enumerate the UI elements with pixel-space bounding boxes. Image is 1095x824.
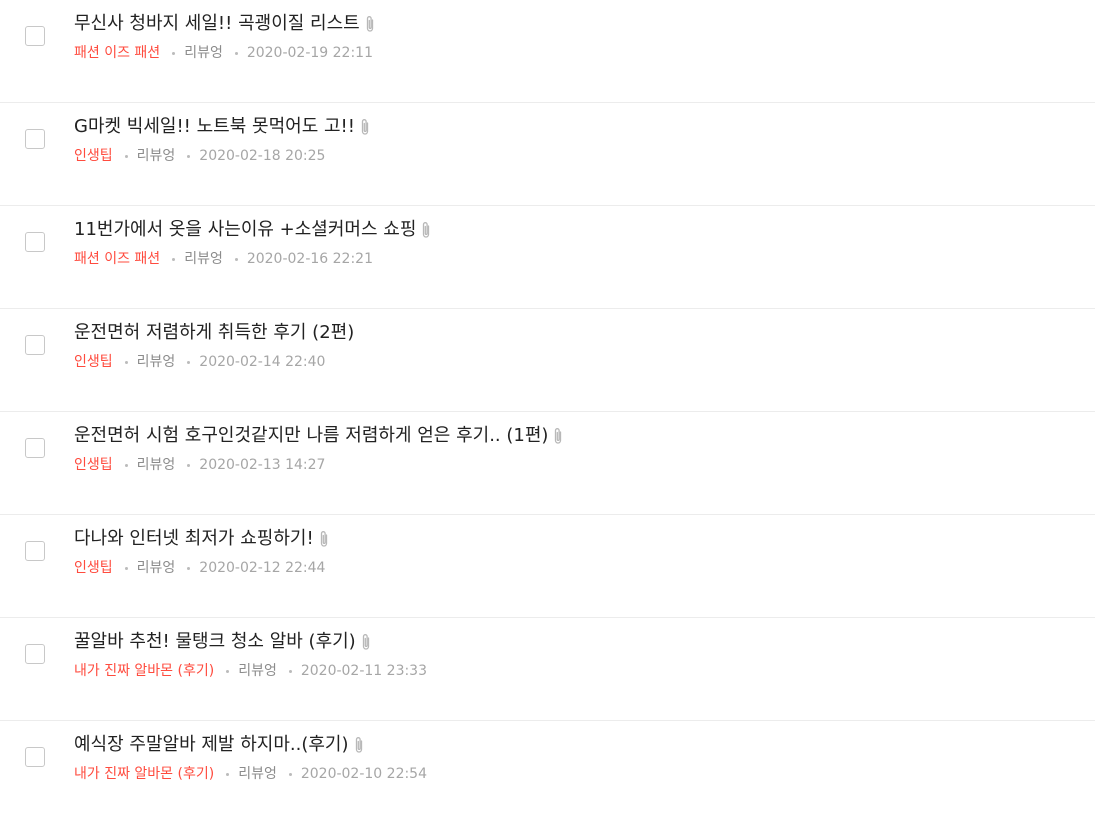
author-name[interactable]: 리뷰엉 [137,558,176,578]
separator-dot [226,772,230,776]
select-checkbox[interactable] [25,129,45,149]
post-date: 2020-02-10 22:54 [300,766,428,782]
select-checkbox[interactable] [25,541,45,561]
author-name[interactable]: 리뷰엉 [238,764,277,784]
separator-dot [234,51,238,55]
paperclip-icon [318,530,330,548]
post-title[interactable]: G마켓 빅세일!! 노트북 못먹어도 고!! [74,114,355,140]
category-link[interactable]: 패션 이즈 패션 [74,43,160,63]
select-checkbox[interactable] [25,335,45,355]
category-link[interactable]: 인생팁 [74,455,113,475]
select-checkbox[interactable] [25,438,45,458]
meta-line: 내가 진짜 알바몬 (후기) 리뷰엉 2020-02-11 23:33 [74,661,427,681]
title-line: 운전면허 시험 호구인것같지만 나름 저렴하게 얻은 후기.. (1편) [74,423,564,449]
post-row: 11번가에서 옷을 사는이유 +소셜커머스 쇼핑 패션 이즈 패션 리뷰엉 20… [0,206,1095,309]
post-row: G마켓 빅세일!! 노트북 못먹어도 고!! 인생팁 리뷰엉 2020-02-1… [0,103,1095,206]
title-line: G마켓 빅세일!! 노트북 못먹어도 고!! [74,114,371,140]
post-date: 2020-02-11 23:33 [300,663,428,679]
meta-line: 인생팁 리뷰엉 2020-02-13 14:27 [74,455,325,475]
separator-dot [124,463,128,467]
title-line: 11번가에서 옷을 사는이유 +소셜커머스 쇼핑 [74,217,432,243]
select-checkbox[interactable] [25,232,45,252]
paperclip-icon [420,221,432,239]
title-line: 무신사 청바지 세일!! 곡괭이질 리스트 [74,11,376,37]
post-row: 운전면허 시험 호구인것같지만 나름 저렴하게 얻은 후기.. (1편) 인생팁… [0,412,1095,515]
category-link[interactable]: 내가 진짜 알바몬 (후기) [74,764,214,784]
category-link[interactable]: 인생팁 [74,558,113,578]
author-name[interactable]: 리뷰엉 [137,352,176,372]
separator-dot [172,51,176,55]
title-line: 다나와 인터넷 최저가 쇼핑하기! [74,526,330,552]
meta-line: 패션 이즈 패션 리뷰엉 2020-02-19 22:11 [74,43,373,63]
post-title[interactable]: 11번가에서 옷을 사는이유 +소셜커머스 쇼핑 [74,217,416,243]
post-date: 2020-02-16 22:21 [246,251,373,267]
post-title[interactable]: 운전면허 시험 호구인것같지만 나름 저렴하게 얻은 후기.. (1편) [74,423,548,449]
paperclip-icon [364,15,376,33]
separator-dot [187,360,191,364]
post-date: 2020-02-18 20:25 [199,148,326,164]
separator-dot [226,669,230,673]
paperclip-icon [360,633,372,651]
paperclip-icon [552,427,564,445]
separator-dot [288,772,292,776]
select-checkbox[interactable] [25,747,45,767]
category-link[interactable]: 인생팁 [74,352,113,372]
post-title[interactable]: 꿀알바 추천! 물탱크 청소 알바 (후기) [74,629,356,655]
post-row: 무신사 청바지 세일!! 곡괭이질 리스트 패션 이즈 패션 리뷰엉 2020-… [0,0,1095,103]
separator-dot [187,566,191,570]
title-line: 예식장 주말알바 제발 하지마..(후기) [74,732,365,758]
paperclip-icon [353,736,365,754]
meta-line: 인생팁 리뷰엉 2020-02-12 22:44 [74,558,325,578]
separator-dot [288,669,292,673]
post-title[interactable]: 무신사 청바지 세일!! 곡괭이질 리스트 [74,11,360,37]
post-title[interactable]: 다나와 인터넷 최저가 쇼핑하기! [74,526,314,552]
meta-line: 인생팁 리뷰엉 2020-02-14 22:40 [74,352,325,372]
post-row: 운전면허 저렴하게 취득한 후기 (2편) 인생팁 리뷰엉 2020-02-14… [0,309,1095,412]
post-list: 무신사 청바지 세일!! 곡괭이질 리스트 패션 이즈 패션 리뷰엉 2020-… [0,0,1095,824]
post-row: 꿀알바 추천! 물탱크 청소 알바 (후기) 내가 진짜 알바몬 (후기) 리뷰… [0,618,1095,721]
select-checkbox[interactable] [25,26,45,46]
post-title[interactable]: 예식장 주말알바 제발 하지마..(후기) [74,732,349,758]
meta-line: 인생팁 리뷰엉 2020-02-18 20:25 [74,146,325,166]
meta-line: 내가 진짜 알바몬 (후기) 리뷰엉 2020-02-10 22:54 [74,764,427,784]
separator-dot [124,154,128,158]
author-name[interactable]: 리뷰엉 [184,43,223,63]
author-name[interactable]: 리뷰엉 [238,661,277,681]
separator-dot [234,257,238,261]
title-line: 운전면허 저렴하게 취득한 후기 (2편) [74,320,354,346]
post-row: 예식장 주말알바 제발 하지마..(후기) 내가 진짜 알바몬 (후기) 리뷰엉… [0,721,1095,824]
author-name[interactable]: 리뷰엉 [137,146,176,166]
separator-dot [187,154,191,158]
category-link[interactable]: 인생팁 [74,146,113,166]
category-link[interactable]: 내가 진짜 알바몬 (후기) [74,661,214,681]
meta-line: 패션 이즈 패션 리뷰엉 2020-02-16 22:21 [74,249,373,269]
title-line: 꿀알바 추천! 물탱크 청소 알바 (후기) [74,629,372,655]
author-name[interactable]: 리뷰엉 [137,455,176,475]
paperclip-icon [359,118,371,136]
select-checkbox[interactable] [25,644,45,664]
post-date: 2020-02-12 22:44 [199,560,326,576]
post-date: 2020-02-14 22:40 [199,354,326,370]
separator-dot [124,566,128,570]
author-name[interactable]: 리뷰엉 [184,249,223,269]
separator-dot [172,257,176,261]
category-link[interactable]: 패션 이즈 패션 [74,249,160,269]
post-date: 2020-02-19 22:11 [246,45,373,61]
separator-dot [124,360,128,364]
post-row: 다나와 인터넷 최저가 쇼핑하기! 인생팁 리뷰엉 2020-02-12 22:… [0,515,1095,618]
post-title[interactable]: 운전면허 저렴하게 취득한 후기 (2편) [74,320,354,346]
post-date: 2020-02-13 14:27 [199,457,326,473]
separator-dot [187,463,191,467]
